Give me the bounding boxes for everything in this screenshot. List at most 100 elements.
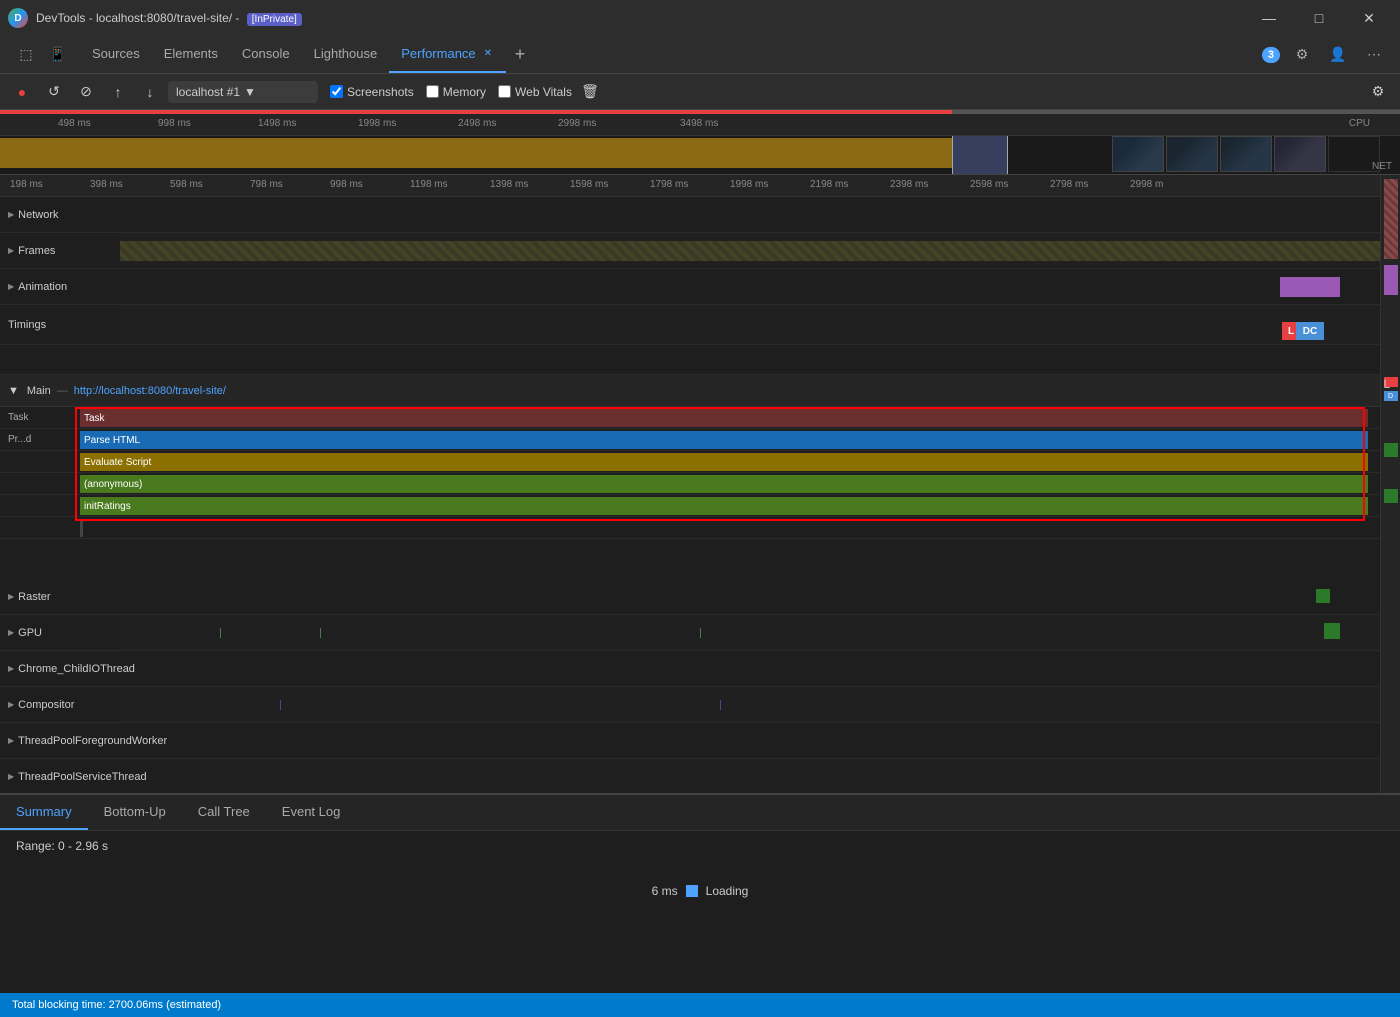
- track-body-threadpool-svc[interactable]: [200, 759, 1380, 793]
- track-label-compositor[interactable]: ▶ Compositor: [0, 699, 120, 711]
- thumbnail: [1274, 136, 1326, 172]
- record-button[interactable]: ●: [8, 78, 36, 106]
- track-row-threadpool-svc: ▶ ThreadPoolServiceThread: [0, 759, 1380, 793]
- spacer: [0, 539, 1380, 579]
- thumbnail: [1166, 136, 1218, 172]
- upload-button[interactable]: ↑: [104, 78, 132, 106]
- track-label-threadpool-svc[interactable]: ▶ ThreadPoolServiceThread: [0, 771, 200, 783]
- track-body-raster[interactable]: [120, 579, 1380, 614]
- flame-row-initratings: initRatings: [0, 495, 1380, 517]
- tab-performance-close[interactable]: ✕: [482, 46, 494, 61]
- tabs-container: Sources Elements Console Lighthouse Perf…: [80, 36, 534, 73]
- track-body-compositor[interactable]: [120, 687, 1380, 722]
- settings-icon-button[interactable]: ⚙: [1288, 41, 1316, 69]
- track-body-gpu[interactable]: [120, 615, 1380, 650]
- sidebar-stripe: [1384, 179, 1398, 259]
- minimize-button[interactable]: —: [1246, 0, 1292, 36]
- perf-settings-button[interactable]: ⚙: [1364, 78, 1392, 106]
- checkbox-group: Screenshots Memory Web Vitals: [330, 85, 572, 99]
- ruler-mark: 2498 ms: [458, 118, 496, 129]
- memory-checkbox[interactable]: Memory: [426, 85, 486, 99]
- flame-body-anon[interactable]: (anonymous): [80, 473, 1380, 494]
- download-button[interactable]: ↓: [136, 78, 164, 106]
- track-label-raster[interactable]: ▶ Raster: [0, 591, 120, 603]
- titlebar-controls: — □ ✕: [1246, 0, 1392, 36]
- track-label-timings[interactable]: Timings: [0, 319, 120, 331]
- track-label-animation[interactable]: ▶ Animation: [0, 281, 120, 293]
- total-blocking-time: Total blocking time: 2700.06ms (estimate…: [12, 999, 221, 1011]
- tab-call-tree[interactable]: Call Tree: [182, 795, 266, 830]
- sidebar-red: L: [1384, 377, 1398, 387]
- inprivate-badge: [InPrivate]: [247, 13, 302, 26]
- flame-label-parse: Pr...d: [0, 434, 80, 445]
- timeline-ruler-top: 498 ms 998 ms 1498 ms 1998 ms 2498 ms 29…: [0, 114, 1400, 136]
- flame-body-parse[interactable]: Parse HTML: [80, 429, 1380, 450]
- sidebar-purple: [1384, 265, 1398, 295]
- thumbnails-row: [1112, 136, 1380, 174]
- track-label-network[interactable]: ▶ Network: [0, 209, 120, 221]
- ruler-mark: 3498 ms: [680, 118, 718, 129]
- more-icon-button[interactable]: ⋯: [1360, 41, 1388, 69]
- track-body-network[interactable]: [120, 197, 1380, 232]
- initratings-block[interactable]: initRatings: [80, 497, 1368, 515]
- tab-performance[interactable]: Performance ✕: [389, 36, 506, 73]
- tab-lighthouse[interactable]: Lighthouse: [302, 36, 390, 73]
- sidebar-green-2: [1384, 489, 1398, 503]
- trash-button[interactable]: 🗑: [576, 78, 604, 106]
- ruler-mark: 2998 ms: [558, 118, 596, 129]
- track-body-frames[interactable]: [120, 233, 1380, 268]
- track-row-frames: ▶ Frames: [0, 233, 1380, 269]
- parse-html-block[interactable]: Parse HTML: [80, 431, 1368, 449]
- flame-row-evalscript: Evaluate Script: [0, 451, 1380, 473]
- track-body-animation[interactable]: [120, 269, 1380, 304]
- profile-icon-button[interactable]: 👤: [1324, 41, 1352, 69]
- track-label-gpu[interactable]: ▶ GPU: [0, 627, 120, 639]
- flame-row-parsehtml: Pr...d Parse HTML: [0, 429, 1380, 451]
- right-sidebar: L D: [1380, 175, 1400, 793]
- flame-body-task[interactable]: Task: [80, 407, 1380, 428]
- maximize-button[interactable]: □: [1296, 0, 1342, 36]
- track-body-childio[interactable]: [160, 651, 1380, 686]
- flame-body-init[interactable]: initRatings: [80, 495, 1380, 516]
- tab-elements[interactable]: Elements: [152, 36, 230, 73]
- flame-row-empty-1: [0, 517, 1380, 539]
- track-label-threadpool-fg[interactable]: ▶ ThreadPoolForegroundWorker: [0, 735, 200, 747]
- flame-row-anonymous: (anonymous): [0, 473, 1380, 495]
- tab-console[interactable]: Console: [230, 36, 302, 73]
- tab-bottom-up[interactable]: Bottom-Up: [88, 795, 182, 830]
- flame-body-eval[interactable]: Evaluate Script: [80, 451, 1380, 472]
- screenshots-checkbox[interactable]: Screenshots: [330, 85, 414, 99]
- url-selector[interactable]: localhost #1 ▼: [168, 81, 318, 103]
- net-label: NET: [1372, 161, 1392, 172]
- tabbar-left: ⬚ 📱: [4, 36, 80, 73]
- ruler-mark: 1998 ms: [358, 118, 396, 129]
- evaluate-script-block[interactable]: Evaluate Script: [80, 453, 1368, 471]
- anonymous-block[interactable]: (anonymous): [80, 475, 1368, 493]
- inspect-icon-button[interactable]: ⬚: [12, 41, 40, 69]
- clear-button[interactable]: ⊘: [72, 78, 100, 106]
- main-thread-header: ▼ Main — http://localhost:8080/travel-si…: [0, 375, 1380, 407]
- track-body-timings[interactable]: L DC: [120, 305, 1380, 344]
- track-row-network: ▶ Network: [0, 197, 1380, 233]
- tab-event-log[interactable]: Event Log: [266, 795, 357, 830]
- track-label-childio[interactable]: ▶ Chrome_ChildIOThread: [0, 663, 160, 675]
- cpu-overview[interactable]: NET: [0, 136, 1400, 174]
- webvitals-checkbox[interactable]: Web Vitals: [498, 85, 572, 99]
- titlebar: D DevTools - localhost:8080/travel-site/…: [0, 0, 1400, 36]
- reload-button[interactable]: ↺: [40, 78, 68, 106]
- tab-sources[interactable]: Sources: [80, 36, 152, 73]
- titlebar-title: DevTools - localhost:8080/travel-site/ -…: [36, 11, 1238, 25]
- track-row-timings: Timings L DC: [0, 305, 1380, 345]
- device-icon-button[interactable]: 📱: [44, 41, 72, 69]
- flame-row-task: Task Task: [0, 407, 1380, 429]
- track-row-compositor: ▶ Compositor: [0, 687, 1380, 723]
- track-label-frames[interactable]: ▶ Frames: [0, 245, 120, 257]
- task-block[interactable]: Task: [80, 409, 1368, 427]
- thumbnail: [1112, 136, 1164, 172]
- close-button[interactable]: ✕: [1346, 0, 1392, 36]
- tracks-scroll-area[interactable]: ▶ Network ▶ Frames ▶: [0, 197, 1380, 793]
- devtools-icon: D: [8, 8, 28, 28]
- new-tab-button[interactable]: +: [506, 36, 534, 73]
- tab-summary[interactable]: Summary: [0, 795, 88, 830]
- track-body-threadpool-fg[interactable]: [200, 723, 1380, 758]
